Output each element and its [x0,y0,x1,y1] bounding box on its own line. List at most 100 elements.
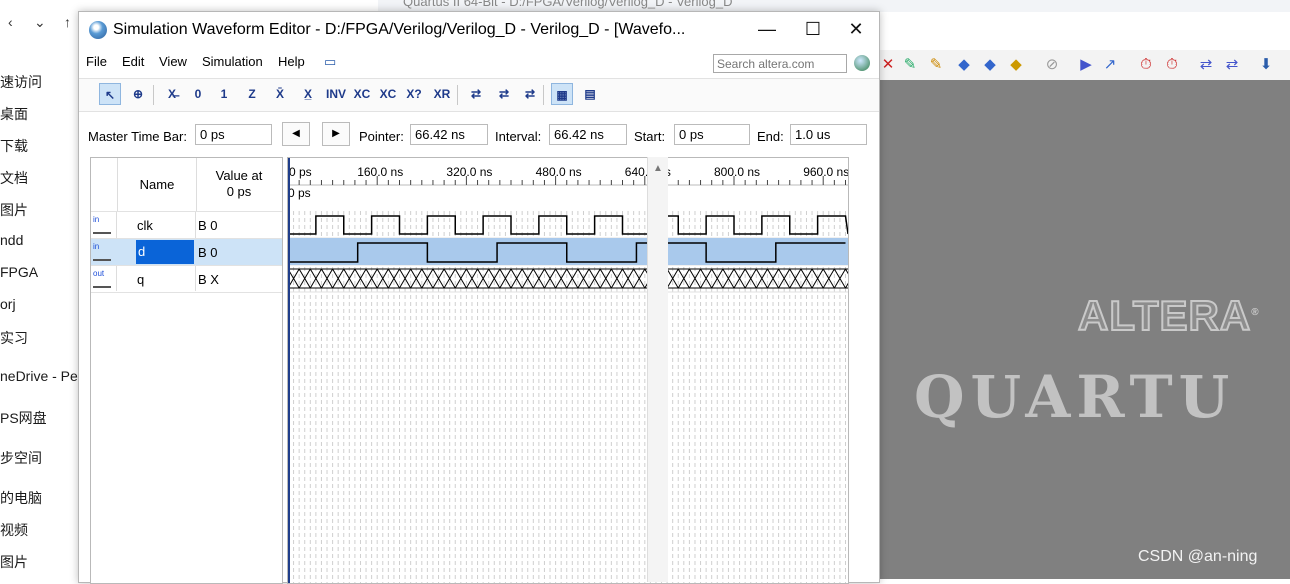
master-time-field[interactable]: 0 ps [195,124,272,145]
nav-item[interactable]: 文档 [0,168,28,188]
title-bar[interactable]: Simulation Waveform Editor - D:/FPGA/Ver… [79,12,879,48]
nav-item[interactable]: 的电脑 [0,488,42,508]
count-value-icon[interactable]: XC [351,83,373,105]
toolbar-separator [543,85,544,105]
nav-item[interactable]: orj [0,296,16,312]
nav-item[interactable]: neDrive - Pe [0,368,78,384]
nav-item[interactable]: 视频 [0,520,28,540]
vertical-scrollbar[interactable]: ▲ [647,157,668,582]
random-value-icon[interactable]: XR [431,83,453,105]
quartus-title: Quartus II 64-Bit - D:/FPGA/Verilog/Veri… [403,0,733,9]
rtl-viewer-icon[interactable]: ⇄ [1196,55,1216,75]
signal-value: B 0 [198,218,218,233]
signal-row-q[interactable]: out q B X [91,265,282,293]
file-explorer-background: ‹ ⌄ ↑ 速访问桌面下载文档图片 ndd FPGA orj 实习 neDrive - P… [0,0,80,579]
timer-icon[interactable]: ⏱ [1162,55,1182,75]
download-icon[interactable]: ⬇ [1256,55,1276,75]
nav-item[interactable]: PS网盘 [0,408,47,428]
force-weak-high-icon[interactable]: X̲ [297,83,319,105]
interval-field: 66.42 ns [549,124,627,145]
cursor-time-label: 0 ps [288,186,311,200]
force-hiz-icon[interactable]: Z [241,83,263,105]
menu-view[interactable]: View [159,54,187,69]
waveform-toolbar: ↖ ⊕ X̶ 0 1 Z X̄ X̲ INV XC XC X? XR ⇄ ⇄ ⇄ ▦ ▤ [79,78,879,112]
force-low-icon[interactable]: 0 [187,83,209,105]
waveform-icon[interactable]: ⇄ [519,83,541,105]
grouping-icon[interactable]: ▤ [579,83,601,105]
minimize-button[interactable]: — [744,12,790,48]
help-chat-icon[interactable]: ▭ [324,54,336,70]
close-button[interactable]: ✕ [833,12,879,48]
netlist-icon[interactable]: ◆ [980,55,1000,75]
menu-help[interactable]: Help [278,54,305,69]
search-input[interactable] [713,54,847,73]
d-row-highlight [288,238,848,265]
chip-planner-icon[interactable]: ◆ [954,55,974,75]
quartus-main-window: Quartus II 64-Bit - D:/FPGA/Verilog/Veri… [378,0,1290,579]
nav-item[interactable]: ndd [0,232,23,248]
nav-item[interactable]: 速访问 [0,72,42,92]
signal-name: clk [137,218,153,233]
altera-logo: ALTERA® [1077,291,1260,340]
assignment-icon[interactable]: ✎ [900,55,920,75]
start-field: 0 ps [674,124,750,145]
clock-icon[interactable]: XC [377,83,399,105]
nav-item[interactable]: FPGA [0,264,38,280]
registered-mark: ® [1251,307,1260,318]
nav-item[interactable]: 图片 [0,200,28,220]
next-transition-button[interactable]: ▶ [322,122,350,146]
up-arrow-icon[interactable]: ↑ [64,14,71,30]
tech-map-icon[interactable]: ⇄ [1222,55,1242,75]
start-compile-icon[interactable]: ▶ [1076,55,1096,75]
time-tick-label: 320.0 ns [446,165,492,179]
nav-item[interactable]: 桌面 [0,104,28,124]
value-header-line1: Value at [215,168,263,183]
name-column-header[interactable]: Name [117,158,197,211]
signal-name: d [136,240,194,264]
invert-icon[interactable]: INV [325,83,347,105]
nav-item[interactable]: 实习 [0,328,28,348]
maximize-button[interactable]: ☐ [790,12,836,48]
force-high-icon[interactable]: 1 [213,83,235,105]
menu-simulation[interactable]: Simulation [202,54,263,69]
programmer-icon[interactable]: ◆ [1006,55,1026,75]
quartus-workspace: ALTERA® QUARTU [878,80,1290,579]
signal-row-clk[interactable]: in clk B 0 [91,211,282,238]
grid-icon[interactable]: ▦ [551,83,573,105]
scroll-up-icon[interactable]: ▲ [653,163,663,174]
back-arrow-icon[interactable]: ‹ [8,14,13,30]
timequest-icon[interactable]: ⏱ [1136,55,1156,75]
menu-edit[interactable]: Edit [122,54,144,69]
stop-icon[interactable]: ⊘ [1042,55,1062,75]
time-tick-label: 0 ps [289,165,312,179]
analysis-icon[interactable]: ↗ [1100,55,1120,75]
quartus-toolbar: ✕ ✎ ✎ ◆ ◆ ◆ ⊘ ▶ ↗ ⏱ ⏱ ⇄ ⇄ ⬇ [878,50,1290,80]
pin-planner-icon[interactable]: ✎ [926,55,946,75]
signal-value: B 0 [198,245,218,260]
force-unknown-icon[interactable]: X̶ [161,83,183,105]
nav-item[interactable]: 图片 [0,552,28,572]
force-weak-low-icon[interactable]: X̄ [269,83,291,105]
waveform-canvas[interactable]: 0 ps160.0 ns320.0 ns480.0 ns640.0 ns800.… [288,158,848,583]
nav-item[interactable]: 下载 [0,136,28,156]
waveform-editor-window: Simulation Waveform Editor - D:/FPGA/Ver… [78,11,880,584]
waveform-pane[interactable]: 0 ps160.0 ns320.0 ns480.0 ns640.0 ns800.… [287,157,849,584]
pointer-tool-icon[interactable]: ↖ [99,83,121,105]
globe-icon[interactable] [854,55,870,71]
chevron-down-icon[interactable]: ⌄ [34,14,46,31]
snap-icon[interactable]: ⇄ [465,83,487,105]
prev-transition-button[interactable]: ◀ [282,122,310,146]
overwrite-icon[interactable]: ⇄ [493,83,515,105]
menu-file[interactable]: File [86,54,107,69]
pointer-label: Pointer: [359,129,404,144]
nav-item[interactable]: 步空间 [0,448,42,468]
fitter-icon[interactable]: ✕ [878,55,898,75]
arbitrary-value-icon[interactable]: X? [403,83,425,105]
end-field: 1.0 us [790,124,867,145]
zoom-tool-icon[interactable]: ⊕ [127,83,149,105]
end-label: End: [757,129,784,144]
toolbar-separator [457,85,458,105]
quartus-logo-text: QUARTU [914,363,1236,431]
signal-row-d[interactable]: in d B 0 [91,238,282,265]
value-column-header[interactable]: Value at 0 ps [196,168,282,200]
